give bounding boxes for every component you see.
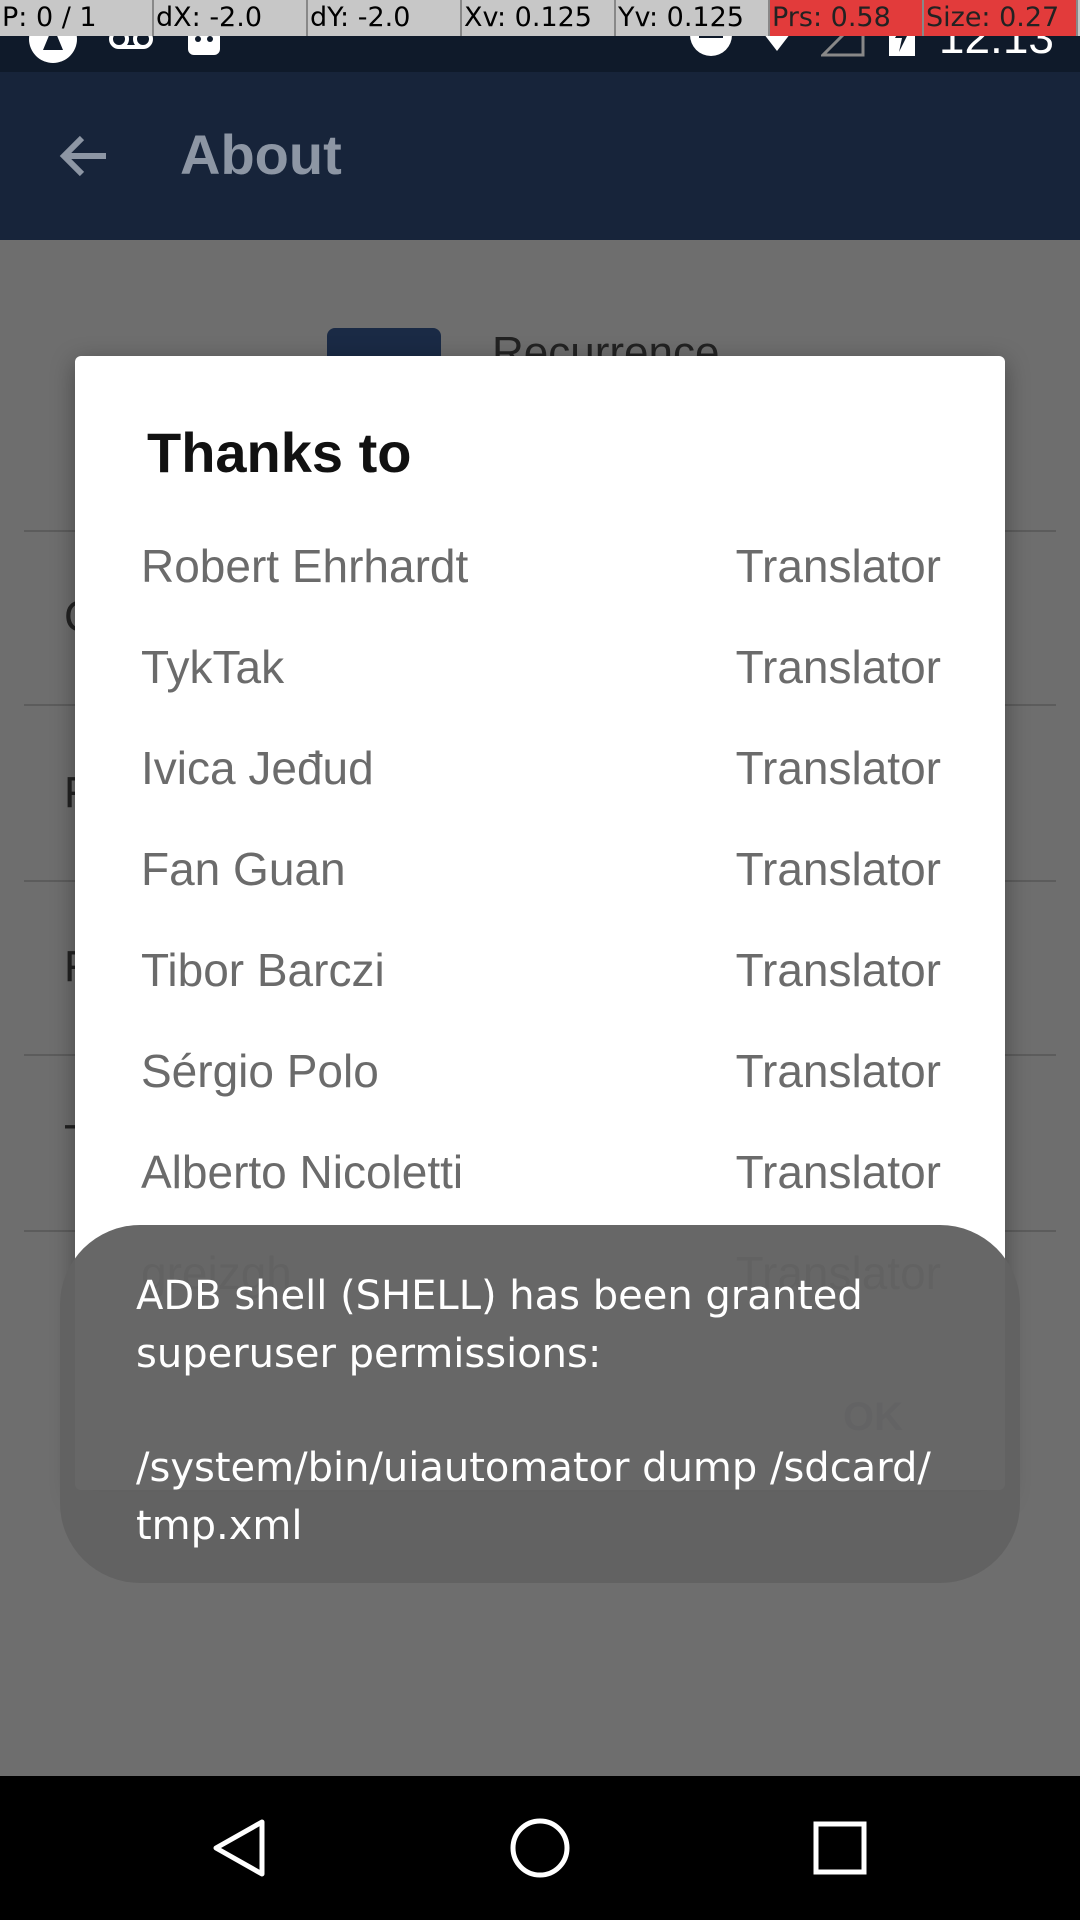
toast-message: ADB shell (SHELL) has been granted super… <box>136 1273 863 1377</box>
credit-name: Sérgio Polo <box>141 1045 379 1097</box>
credit-name: Fan Guan <box>141 843 346 895</box>
list-item: Ivica Jeđud Translator <box>141 718 941 818</box>
debug-dx: dX: -2.0 <box>154 0 308 36</box>
app-bar: About <box>0 72 1080 240</box>
recents-icon[interactable] <box>808 1816 872 1880</box>
debug-size: Size: 0.27 <box>924 0 1078 36</box>
toast-command: /system/bin/uiautomator dump /sdcard/ tm… <box>136 1445 931 1549</box>
debug-dy: dY: -2.0 <box>308 0 462 36</box>
credit-role: Translator <box>735 843 941 895</box>
debug-xv: Xv: 0.125 <box>462 0 616 36</box>
pointer-location-overlay: P: 0 / 1 dX: -2.0 dY: -2.0 Xv: 0.125 Yv:… <box>0 0 1080 36</box>
list-item: Fan Guan Translator <box>141 819 941 919</box>
credit-role: Translator <box>735 742 941 794</box>
page-title: About <box>180 123 342 186</box>
debug-pressure: Prs: 0.58 <box>770 0 924 36</box>
credit-name: TykTak <box>141 641 285 693</box>
navigation-bar <box>0 1776 1080 1920</box>
credit-role: Translator <box>735 1146 941 1198</box>
superuser-toast: ADB shell (SHELL) has been granted super… <box>60 1225 1020 1583</box>
credit-name: Ivica Jeđud <box>141 742 374 794</box>
list-item: TykTak Translator <box>141 617 941 717</box>
dialog-title: Thanks to <box>147 421 412 484</box>
list-item: Tibor Barczi Translator <box>141 920 941 1020</box>
back-icon[interactable] <box>208 1816 272 1880</box>
credit-name: Robert Ehrhardt <box>141 540 469 592</box>
list-item: Alberto Nicoletti Translator <box>141 1122 941 1222</box>
home-icon[interactable] <box>508 1816 572 1880</box>
credit-role: Translator <box>735 944 941 996</box>
credit-role: Translator <box>735 540 941 592</box>
list-item: Sérgio Polo Translator <box>141 1021 941 1121</box>
debug-yv: Yv: 0.125 <box>616 0 770 36</box>
credit-role: Translator <box>735 641 941 693</box>
list-item: Robert Ehrhardt Translator <box>141 516 941 616</box>
credit-role: Translator <box>735 1045 941 1097</box>
back-arrow-icon[interactable] <box>56 128 112 184</box>
credit-name: Alberto Nicoletti <box>141 1146 464 1198</box>
credit-name: Tibor Barczi <box>141 944 385 996</box>
debug-pointer-count: P: 0 / 1 <box>0 0 154 36</box>
